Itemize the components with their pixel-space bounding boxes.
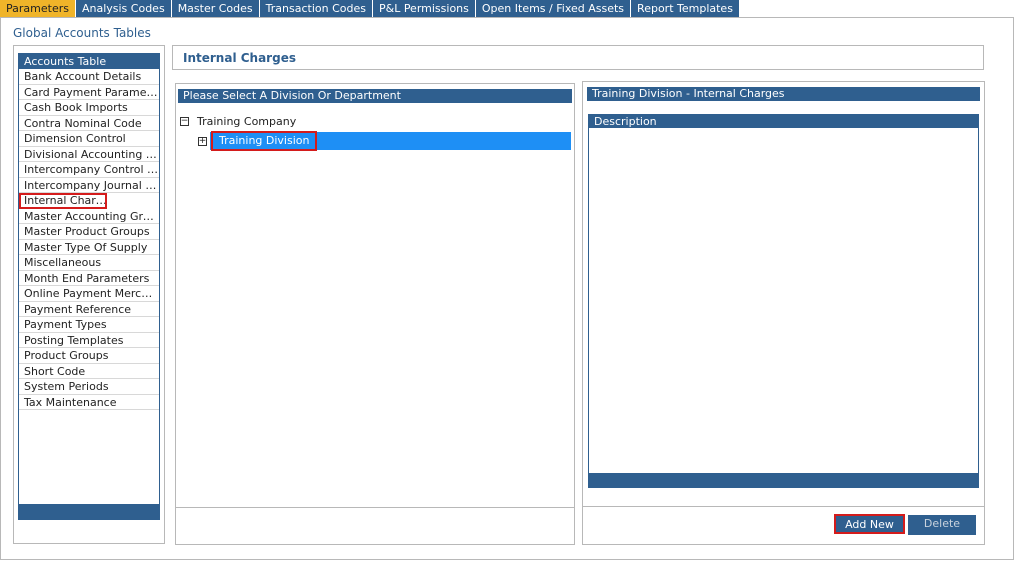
tab-analysis-codes[interactable]: Analysis Codes bbox=[75, 0, 172, 17]
sidebar-item-dimension-control[interactable]: Dimension Control bbox=[19, 131, 159, 147]
sidebar-item-cash-book-imports[interactable]: Cash Book Imports bbox=[19, 100, 159, 116]
tab-open-items-fixed-assets[interactable]: Open Items / Fixed Assets bbox=[475, 0, 632, 17]
internal-charges-header: Training Division - Internal Charges bbox=[587, 87, 980, 101]
tab-pl-permissions[interactable]: P&L Permissions bbox=[372, 0, 476, 17]
tab-master-codes[interactable]: Master Codes bbox=[171, 0, 260, 17]
accounts-table-footer bbox=[18, 504, 160, 520]
add-new-button[interactable]: Add New bbox=[834, 514, 905, 534]
collapse-icon[interactable]: − bbox=[180, 117, 189, 126]
divider bbox=[583, 506, 984, 507]
sidebar-item-master-accounting-groups[interactable]: Master Accounting Groups bbox=[19, 209, 159, 224]
sidebar-item-short-code[interactable]: Short Code bbox=[19, 364, 159, 379]
sidebar-item-month-end-parameters[interactable]: Month End Parameters bbox=[19, 271, 159, 286]
sidebar-item-tax-maintenance[interactable]: Tax Maintenance bbox=[19, 395, 159, 410]
sidebar-item-divisional-accounting-groups[interactable]: Divisional Accounting Gro... bbox=[19, 147, 159, 162]
sidebar-item-payment-types[interactable]: Payment Types bbox=[19, 317, 159, 333]
tree-node-label[interactable]: Training Company bbox=[197, 115, 296, 128]
sidebar-item-contra-nominal-code[interactable]: Contra Nominal Code bbox=[19, 116, 159, 131]
tree-node-label[interactable]: Training Division bbox=[211, 131, 318, 151]
tree-node-training-company[interactable]: − Training Company bbox=[180, 115, 296, 128]
page-header: Internal Charges bbox=[172, 45, 984, 70]
sidebar-item-payment-reference[interactable]: Payment Reference bbox=[19, 302, 159, 317]
page-title: Internal Charges bbox=[183, 51, 296, 65]
sidebar-item-bank-account-details[interactable]: Bank Account Details bbox=[19, 69, 159, 85]
description-grid-footer bbox=[589, 473, 978, 487]
sidebar-item-system-periods[interactable]: System Periods bbox=[19, 379, 159, 395]
division-tree-header: Please Select A Division Or Department bbox=[178, 89, 572, 103]
sidebar-item-master-type-of-supply[interactable]: Master Type Of Supply bbox=[19, 240, 159, 255]
description-column-header[interactable]: Description bbox=[589, 115, 978, 128]
delete-button[interactable]: Delete bbox=[908, 515, 976, 535]
sidebar-item-card-payment-parameters[interactable]: Card Payment Parameters bbox=[19, 85, 159, 100]
tab-parameters[interactable]: Parameters bbox=[0, 0, 76, 17]
tab-transaction-codes[interactable]: Transaction Codes bbox=[259, 0, 373, 17]
top-tab-bar: Parameters Analysis Codes Master Codes T… bbox=[0, 0, 740, 17]
sidebar-item-intercompany-journal-codes[interactable]: Intercompany Journal Co... bbox=[19, 178, 159, 193]
sidebar-item-miscellaneous[interactable]: Miscellaneous bbox=[19, 255, 159, 271]
section-title: Global Accounts Tables bbox=[13, 26, 151, 40]
sidebar-item-posting-templates[interactable]: Posting Templates bbox=[19, 333, 159, 348]
sidebar-item-intercompany-control-codes[interactable]: Intercompany Control Co... bbox=[19, 162, 159, 178]
internal-charges-panel: Training Division - Internal Charges Des… bbox=[582, 81, 985, 545]
accounts-table-list: Accounts Table Bank Account Details Card… bbox=[18, 53, 160, 520]
expand-icon[interactable]: + bbox=[198, 136, 207, 146]
accounts-table-header: Accounts Table bbox=[19, 54, 159, 69]
sidebar-item-internal-charges[interactable]: Internal Charges bbox=[19, 193, 107, 209]
divider bbox=[176, 507, 574, 508]
description-grid[interactable]: Description bbox=[588, 114, 979, 488]
tab-report-templates[interactable]: Report Templates bbox=[631, 0, 740, 17]
tree-node-training-division[interactable]: + Training Division bbox=[198, 131, 571, 151]
division-tree-panel: Please Select A Division Or Department −… bbox=[175, 83, 575, 545]
sidebar-item-online-payment-merchants[interactable]: Online Payment Merchants bbox=[19, 286, 159, 302]
sidebar-item-product-groups[interactable]: Product Groups bbox=[19, 348, 159, 364]
accounts-table-panel: Accounts Table Bank Account Details Card… bbox=[13, 45, 165, 544]
sidebar-item-master-product-groups[interactable]: Master Product Groups bbox=[19, 224, 159, 240]
